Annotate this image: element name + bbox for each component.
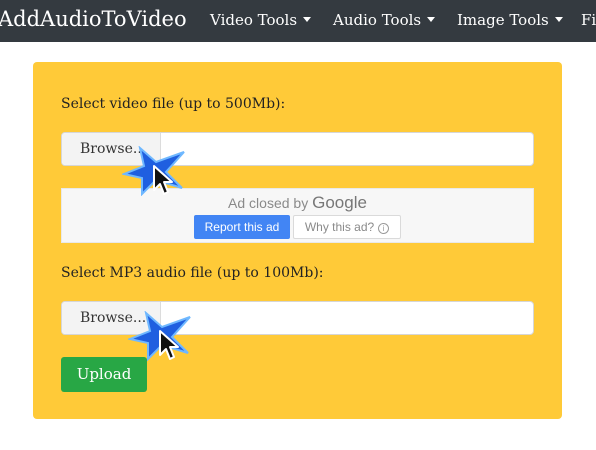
nav-audio-tools-label: Audio Tools — [333, 11, 422, 29]
nav-video-tools[interactable]: Video Tools — [210, 11, 312, 29]
caret-down-icon — [554, 17, 563, 22]
ad-closed-box: Ad closed by Google Report this ad Why t… — [61, 188, 534, 243]
report-ad-button[interactable]: Report this ad — [194, 215, 290, 239]
nav-video-tools-label: Video Tools — [210, 11, 298, 29]
audio-browse-button[interactable]: Browse... — [62, 302, 161, 334]
audio-file-label: Select MP3 audio file (up to 100Mb): — [61, 265, 324, 281]
audio-file-input[interactable]: Browse... — [61, 301, 534, 335]
info-icon: i — [378, 223, 390, 234]
ad-closed-text: Ad closed by Google — [62, 193, 533, 213]
upload-form-panel: Select video file (up to 500Mb): Browse.… — [33, 62, 562, 419]
video-file-label: Select video file (up to 500Mb): — [61, 96, 286, 112]
why-this-ad-button[interactable]: Why this ad? i — [293, 215, 401, 239]
nav-file-label: File — [581, 11, 596, 29]
nav-audio-tools[interactable]: Audio Tools — [333, 11, 436, 29]
upload-button[interactable]: Upload — [61, 357, 147, 392]
caret-down-icon — [427, 17, 436, 22]
site-brand[interactable]: AddAudioToVideo — [0, 7, 187, 31]
nav-image-tools-label: Image Tools — [457, 11, 549, 29]
top-navbar: AddAudioToVideo Video Tools Audio Tools … — [0, 0, 596, 42]
video-browse-button[interactable]: Browse... — [62, 133, 161, 165]
nav-image-tools[interactable]: Image Tools — [457, 11, 563, 29]
ad-closed-prefix: Ad closed by — [228, 195, 309, 211]
why-this-ad-label: Why this ad? — [304, 220, 375, 234]
video-file-input[interactable]: Browse... — [61, 132, 534, 166]
google-logo-text: Google — [312, 193, 367, 212]
nav-file[interactable]: File — [581, 11, 596, 29]
caret-down-icon — [303, 17, 312, 22]
